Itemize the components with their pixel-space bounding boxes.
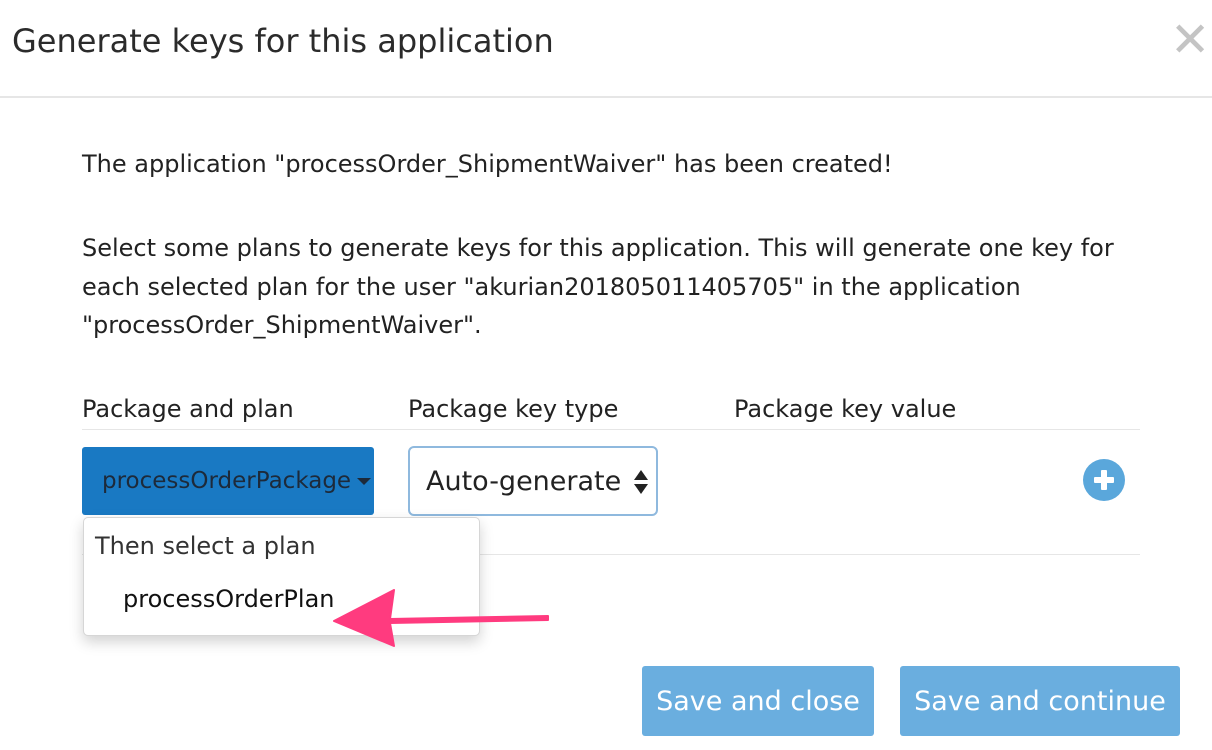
generate-keys-dialog: Generate keys for this application ✕ The…: [0, 0, 1212, 750]
column-header-key-value: Package key value: [734, 395, 957, 423]
select-arrows-icon: [634, 470, 648, 498]
save-and-continue-button[interactable]: Save and continue: [900, 666, 1180, 736]
package-button-label: processOrderPackage: [102, 468, 352, 494]
table-header-divider: [82, 429, 1140, 430]
dropdown-header: Then select a plan: [95, 532, 316, 560]
annotation-arrow: [333, 589, 549, 647]
column-header-key-type: Package key type: [408, 395, 619, 423]
column-header-package-plan: Package and plan: [82, 395, 294, 423]
key-type-value: Auto-generate: [426, 465, 622, 497]
plan-dropdown-menu: Then select a plan processOrderPlan: [83, 517, 480, 636]
add-row-plus-icon[interactable]: [1083, 459, 1125, 501]
caret-down-icon: [357, 477, 372, 485]
save-and-close-button[interactable]: Save and close: [642, 666, 874, 736]
created-message: The application "processOrder_ShipmentWa…: [82, 150, 893, 178]
package-dropdown-button[interactable]: processOrderPackage: [82, 447, 374, 515]
plan-option-processorderplan[interactable]: processOrderPlan: [123, 585, 335, 613]
instructions-text: Select some plans to generate keys for t…: [82, 234, 1114, 339]
key-type-select[interactable]: Auto-generate: [408, 446, 658, 516]
close-icon[interactable]: ✕: [1170, 16, 1210, 64]
dialog-header: Generate keys for this application ✕: [0, 0, 1212, 98]
dialog-title: Generate keys for this application: [12, 22, 554, 60]
